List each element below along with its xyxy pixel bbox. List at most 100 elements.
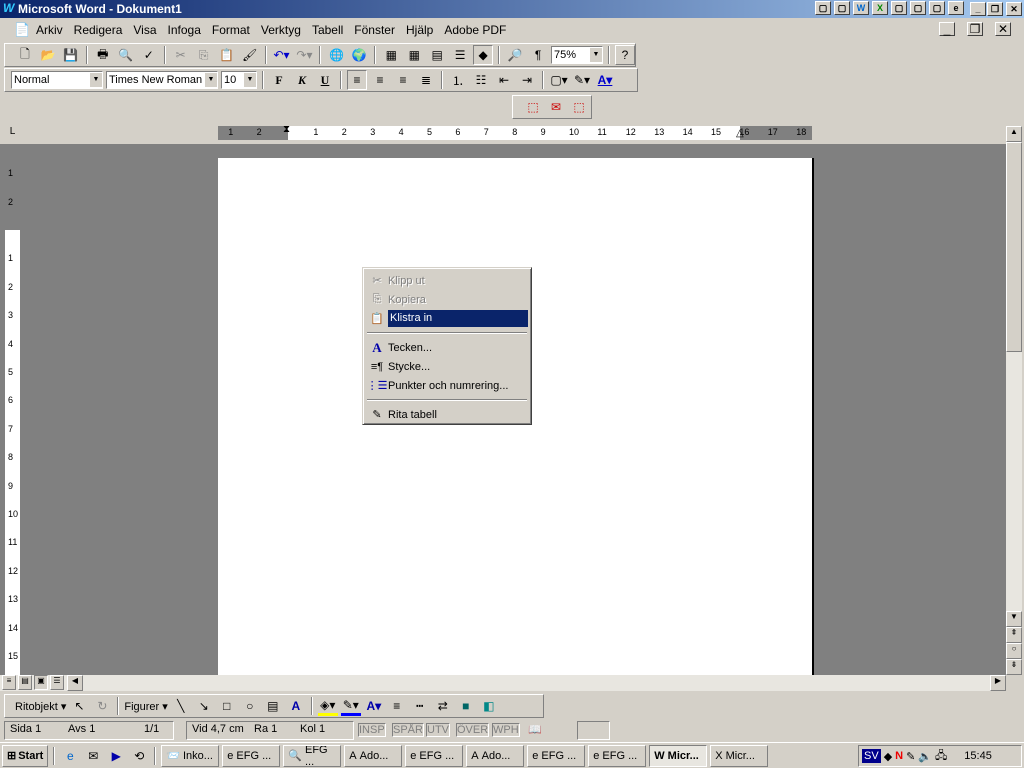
text-box-icon[interactable]: ▤ <box>263 696 283 716</box>
horizontal-scrollbar[interactable]: ≡ ▤ ▣ ☰ ◀ ▶ <box>0 675 1006 691</box>
show-hide-icon[interactable]: ¶ <box>528 45 548 65</box>
line-style-icon[interactable]: ≡ <box>387 696 407 716</box>
taskbar-button[interactable]: W Micr... <box>649 744 708 767</box>
indent-marker[interactable]: ⧗ <box>283 124 290 135</box>
menu-tabell[interactable]: Tabell <box>312 23 343 37</box>
volume-icon[interactable]: 🔈 <box>918 750 932 763</box>
numbering-icon[interactable]: ⒈ <box>448 70 468 90</box>
dash-style-icon[interactable]: ┅ <box>410 696 430 716</box>
office-app-icon[interactable]: ▢ <box>929 1 945 15</box>
highlight-icon[interactable]: ✎▾ <box>572 70 592 90</box>
normal-view-button[interactable]: ≡ <box>2 675 16 690</box>
pdf-review-icon[interactable]: ⬚ <box>569 97 589 117</box>
align-left-icon[interactable]: ≡ <box>347 70 367 90</box>
menu-fonster[interactable]: Fönster <box>354 23 395 37</box>
minimize-button[interactable]: _ <box>970 2 986 16</box>
menu-item-klistra-in[interactable]: 📋 Klistra in <box>366 309 528 328</box>
outline-view-button[interactable]: ☰ <box>50 675 64 690</box>
hyperlink-icon[interactable]: 🌐 <box>326 45 346 65</box>
columns-icon[interactable]: ☰ <box>450 45 470 65</box>
scroll-left-button[interactable]: ◀ <box>67 675 83 691</box>
taskbar-button[interactable]: e EFG ... <box>527 744 586 767</box>
desktop-quicklaunch-icon[interactable]: ⟲ <box>129 746 149 766</box>
line-icon[interactable]: ╲ <box>171 696 191 716</box>
italic-button[interactable]: K <box>292 70 312 90</box>
align-right-icon[interactable]: ≡ <box>393 70 413 90</box>
insert-excel-icon[interactable]: ▤ <box>427 45 447 65</box>
free-rotate-icon[interactable]: ↻ <box>92 696 112 716</box>
print-layout-button[interactable]: ▣ <box>34 675 48 690</box>
taskbar-button[interactable]: 📨 Inko... <box>161 744 220 767</box>
zoom-select[interactable]: 75% ▼ <box>551 46 603 64</box>
underline-button[interactable]: U <box>315 70 335 90</box>
bold-button[interactable]: F <box>269 70 289 90</box>
insert-table-icon[interactable]: ▦ <box>404 45 424 65</box>
menu-verktyg[interactable]: Verktyg <box>261 23 301 37</box>
open-icon[interactable]: 📂 <box>38 45 58 65</box>
spelling-status-icon[interactable]: 📖 <box>528 723 542 736</box>
format-painter-icon[interactable]: 🖌 <box>240 45 260 65</box>
mode-wph[interactable]: WPH <box>492 723 520 737</box>
vertical-ruler[interactable]: 2 1 1 2 3 4 5 6 7 8 9 10 11 12 13 14 15 <box>5 144 20 675</box>
tray-app-icon[interactable]: ◆ <box>884 750 892 763</box>
menu-item-punkter[interactable]: ⋮☰ Punkter och numrering... <box>366 376 528 395</box>
office-app-icon[interactable]: e <box>948 1 964 15</box>
media-player-quicklaunch-icon[interactable]: ▶ <box>106 746 126 766</box>
menu-format[interactable]: Format <box>212 23 250 37</box>
office-app-icon[interactable]: ▢ <box>834 1 850 15</box>
restore-button[interactable]: ❐ <box>987 2 1003 16</box>
tables-borders-icon[interactable]: ▦ <box>381 45 401 65</box>
new-icon[interactable]: 🗋 <box>15 45 35 65</box>
mode-spar[interactable]: SPÅR <box>392 723 424 737</box>
print-icon[interactable]: 🖶 <box>93 45 113 65</box>
drawing-icon[interactable]: ◆ <box>473 45 494 65</box>
office-app-icon[interactable]: ▢ <box>910 1 926 15</box>
borders-icon[interactable]: ▢▾ <box>549 70 569 90</box>
web-toolbar-icon[interactable]: 🌍 <box>349 45 369 65</box>
ie-quicklaunch-icon[interactable]: e <box>60 746 80 766</box>
style-select[interactable]: Normal ▼ <box>11 71 103 89</box>
tray-app-icon[interactable]: ✎ <box>906 750 915 763</box>
redo-icon[interactable]: ↷▾ <box>294 45 314 65</box>
menu-hjalp[interactable]: Hjälp <box>406 23 433 37</box>
menu-redigera[interactable]: Redigera <box>74 23 123 37</box>
font-select[interactable]: Times New Roman ▼ <box>106 71 218 89</box>
taskbar-button[interactable]: 🔍 EFG ... <box>283 744 342 767</box>
office-app-icon[interactable]: ▢ <box>891 1 907 15</box>
select-browse-object-button[interactable]: ○ <box>1006 643 1022 659</box>
doc-close-button[interactable]: ✕ <box>995 22 1011 36</box>
web-layout-button[interactable]: ▤ <box>18 675 32 690</box>
document-map-icon[interactable]: 🔎 <box>505 45 525 65</box>
next-page-button[interactable]: ⇟ <box>1006 659 1022 675</box>
menu-item-stycke[interactable]: ≡¶ Stycke... <box>366 357 528 376</box>
taskbar-button[interactable]: e EFG ... <box>588 744 647 767</box>
taskbar-button[interactable]: e EFG ... <box>222 744 281 767</box>
outlook-quicklaunch-icon[interactable]: ✉ <box>83 746 103 766</box>
taskbar-button[interactable]: A Ado... <box>344 744 403 767</box>
tab-selector[interactable]: L <box>5 126 20 140</box>
doc-minimize-button[interactable]: _ <box>939 22 955 36</box>
previous-page-button[interactable]: ⇞ <box>1006 627 1022 643</box>
taskbar-button[interactable]: e EFG ... <box>405 744 464 767</box>
scroll-up-button[interactable]: ▲ <box>1006 126 1022 142</box>
scroll-thumb[interactable] <box>1006 142 1022 352</box>
print-preview-icon[interactable]: 🔍 <box>116 45 136 65</box>
paste-icon[interactable]: 📋 <box>217 45 237 65</box>
menu-item-tecken[interactable]: A Tecken... <box>366 338 528 357</box>
office-app-icon[interactable]: W <box>853 1 869 15</box>
pdf-email-icon[interactable]: ✉ <box>546 97 566 117</box>
save-icon[interactable]: 💾 <box>61 45 81 65</box>
copy-icon[interactable]: ⎘ <box>194 45 214 65</box>
3d-icon[interactable]: ◧ <box>479 696 499 716</box>
font-color-icon[interactable]: A▾ <box>364 696 384 716</box>
menu-infoga[interactable]: Infoga <box>168 23 201 37</box>
help-icon[interactable]: ? <box>614 45 635 65</box>
menu-item-rita-tabell[interactable]: ✎ Rita tabell <box>366 405 528 424</box>
autoshapes-menu-button[interactable]: Figurer ▾ <box>124 700 167 713</box>
decrease-indent-icon[interactable]: ⇤ <box>494 70 514 90</box>
line-color-icon[interactable]: ✎▾ <box>340 696 361 716</box>
spelling-icon[interactable]: ✓ <box>139 45 159 65</box>
undo-icon[interactable]: ↶▾ <box>272 45 292 65</box>
language-indicator[interactable]: SV <box>862 749 881 763</box>
scroll-right-button[interactable]: ▶ <box>990 675 1006 691</box>
